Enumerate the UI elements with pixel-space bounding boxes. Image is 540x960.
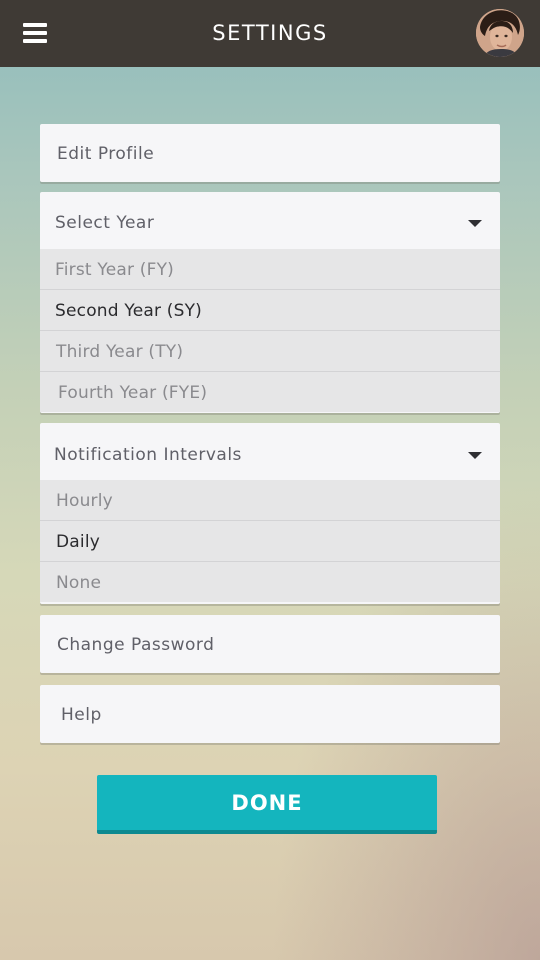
select-year-options: First Year (FY) Second Year (SY) Third Y… bbox=[40, 249, 500, 412]
select-year-dropdown: Select Year First Year (FY) Second Year … bbox=[40, 192, 500, 413]
done-button[interactable]: DONE bbox=[97, 775, 437, 834]
notification-intervals-label: Notification Intervals bbox=[54, 445, 242, 465]
year-option-first[interactable]: First Year (FY) bbox=[40, 249, 500, 289]
chevron-down-icon[interactable] bbox=[468, 452, 482, 459]
chevron-down-icon[interactable] bbox=[468, 220, 482, 227]
notification-intervals-dropdown: Notification Intervals Hourly Daily None bbox=[40, 423, 500, 604]
page-title: SETTINGS bbox=[212, 21, 328, 45]
year-option-second[interactable]: Second Year (SY) bbox=[40, 289, 500, 330]
top-bar: SETTINGS bbox=[0, 0, 540, 67]
interval-option-none[interactable]: None bbox=[40, 561, 500, 602]
help-item[interactable]: Help bbox=[40, 685, 500, 743]
year-option-third[interactable]: Third Year (TY) bbox=[40, 330, 500, 371]
change-password-label: Change Password bbox=[57, 635, 215, 655]
select-year-label: Select Year bbox=[55, 213, 155, 233]
edit-profile-item[interactable]: Edit Profile bbox=[40, 124, 500, 182]
help-label: Help bbox=[61, 705, 102, 725]
notification-intervals-options: Hourly Daily None bbox=[40, 480, 500, 602]
interval-option-daily[interactable]: Daily bbox=[40, 520, 500, 561]
avatar[interactable] bbox=[476, 9, 524, 57]
notification-intervals-header[interactable]: Notification Intervals bbox=[40, 423, 500, 480]
user-avatar-photo bbox=[476, 9, 524, 57]
interval-option-hourly[interactable]: Hourly bbox=[40, 480, 500, 520]
select-year-header[interactable]: Select Year bbox=[40, 192, 500, 249]
edit-profile-label: Edit Profile bbox=[57, 144, 155, 164]
change-password-item[interactable]: Change Password bbox=[40, 615, 500, 673]
year-option-fourth[interactable]: Fourth Year (FYE) bbox=[40, 371, 500, 412]
